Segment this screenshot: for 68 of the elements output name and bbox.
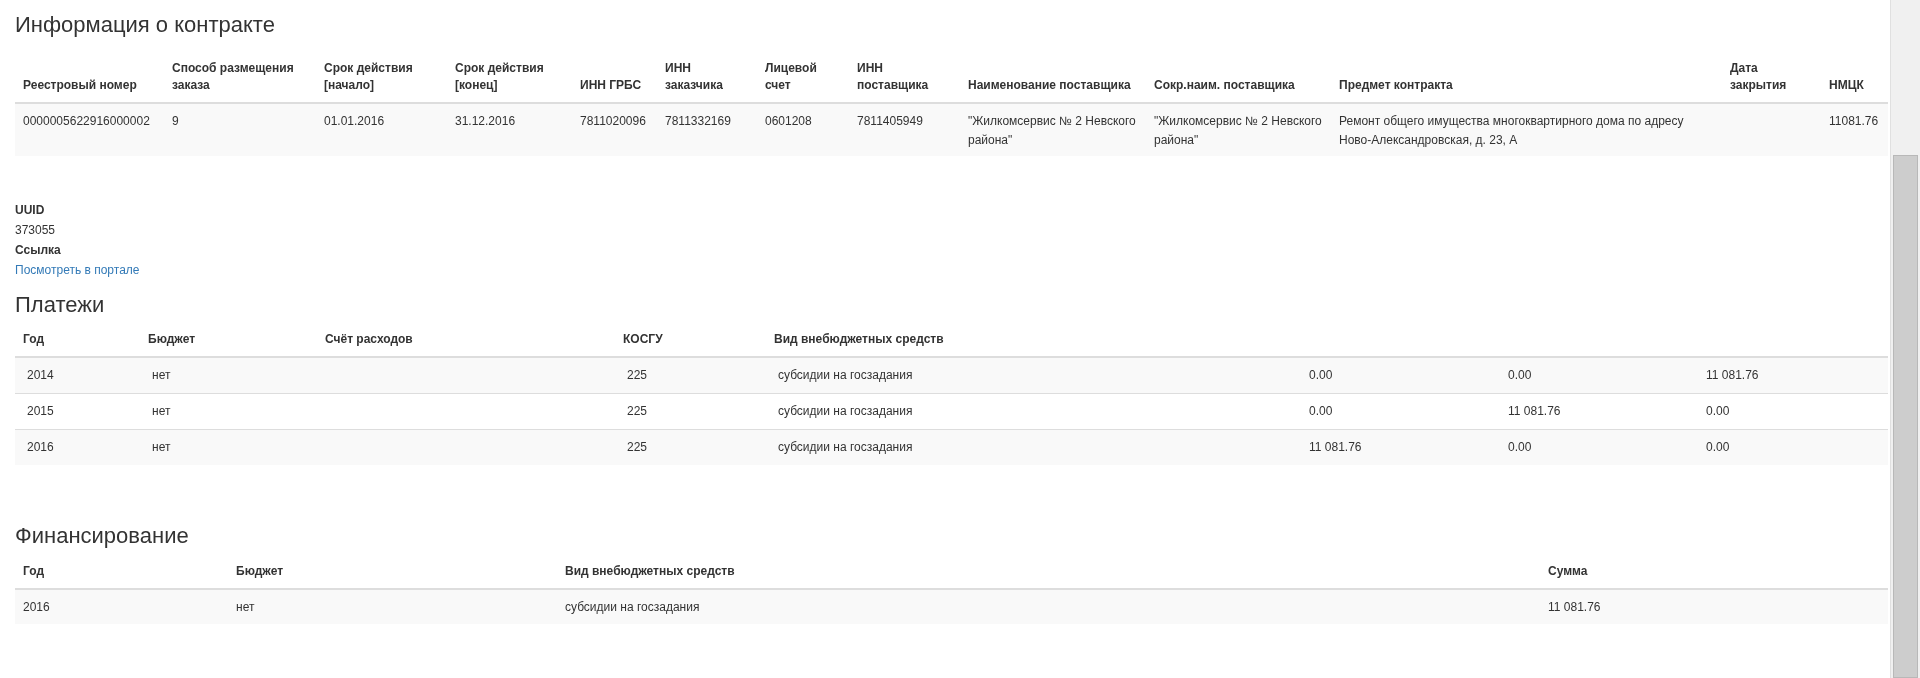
table-cell: 01.01.2016: [324, 114, 385, 128]
table-cell: субсидии на госзадания: [778, 367, 913, 382]
table-cell: 11 081.76: [1706, 367, 1759, 382]
table-cell: субсидии на госзадания: [565, 599, 700, 614]
table-cell: нет: [152, 439, 171, 454]
table-cell: 225: [627, 439, 648, 454]
table-cell: 7811020096: [580, 114, 646, 128]
table-cell: 225: [627, 403, 648, 418]
column-header: Бюджет: [148, 332, 196, 346]
table-cell: 0.00: [1508, 367, 1532, 382]
column-header: Дата закрытия: [1730, 61, 1787, 92]
table-cell: "Жилкомсервис № 2 Невского района": [968, 114, 1136, 147]
table-cell: нет: [152, 367, 171, 382]
column-header: ИНН поставщика: [857, 61, 929, 92]
section-heading: Платежи: [15, 292, 106, 318]
section-heading: Финансирование: [15, 523, 190, 549]
column-header: Срок действия [начало]: [324, 61, 413, 92]
table-cell: 0.00: [1706, 403, 1730, 418]
table-cell: 0.00: [1508, 439, 1532, 454]
table-cell: 2016: [23, 599, 50, 614]
table-cell: Ремонт общего имущества многоквартирного дома по адресу Ново-Александровская, д. 23, А: [1339, 114, 1684, 147]
column-header: Сумма: [1548, 564, 1588, 578]
column-header: Наименование поставщика: [968, 78, 1131, 92]
column-header: ИНН заказчика: [665, 61, 723, 92]
table-cell: 11 081.76: [1309, 439, 1362, 454]
table-cell: нет: [152, 403, 171, 418]
table-cell: 0601208: [765, 114, 812, 128]
table-cell: 11 081.76: [1548, 599, 1601, 614]
column-header: Год: [23, 564, 44, 578]
column-header: Реестровый номер: [23, 78, 137, 92]
column-header: Срок действия [конец]: [455, 61, 544, 92]
table-cell: 0.00: [1309, 403, 1333, 418]
column-header: Бюджет: [236, 564, 284, 578]
column-header: НМЦК: [1829, 78, 1864, 92]
table-cell: субсидии на госзадания: [778, 439, 913, 454]
scrollbar-thumb[interactable]: [1893, 155, 1918, 678]
table-cell: 2016: [27, 439, 54, 454]
column-header: ИНН ГРБС: [580, 78, 642, 92]
column-header: Вид внебюджетных средств: [774, 332, 944, 346]
column-header: Лицевой счет: [765, 61, 817, 92]
table-cell: 9: [172, 114, 179, 128]
table-cell: 0.00: [1309, 367, 1333, 382]
table-cell: нет: [236, 599, 255, 614]
portal-link[interactable]: Посмотреть в портале: [15, 263, 140, 277]
table-cell: 0000005622916000002: [23, 114, 150, 128]
table-cell: 7811332169: [665, 114, 731, 128]
column-header: Сокр.наим. поставщика: [1154, 78, 1295, 92]
scrollbar[interactable]: [1890, 0, 1920, 678]
table-cell: 31.12.2016: [455, 114, 516, 128]
column-header: Вид внебюджетных средств: [565, 564, 735, 578]
detail-label: UUID: [15, 202, 46, 219]
column-header: Год: [23, 332, 44, 346]
detail-value: 373055: [15, 222, 57, 239]
table-cell: субсидии на госзадания: [778, 403, 913, 418]
column-header: Счёт расходов: [325, 332, 413, 346]
table-cell: 225: [627, 367, 648, 382]
table-cell: 2015: [27, 403, 54, 418]
column-header: Предмет контракта: [1339, 78, 1453, 92]
column-header: КОСГУ: [623, 332, 663, 346]
table-cell: 0.00: [1706, 439, 1730, 454]
table-cell: 11 081.76: [1508, 403, 1561, 418]
section-heading: Информация о контракте: [15, 12, 276, 38]
detail-label: Ссылка: [15, 242, 62, 259]
column-header: Способ размещения заказа: [172, 61, 294, 92]
table-cell: 2014: [27, 367, 54, 382]
table-cell: 11081.76: [1829, 114, 1879, 128]
table-cell: 7811405949: [857, 114, 923, 128]
table-cell: "Жилкомсервис № 2 Невского района": [1154, 114, 1322, 147]
